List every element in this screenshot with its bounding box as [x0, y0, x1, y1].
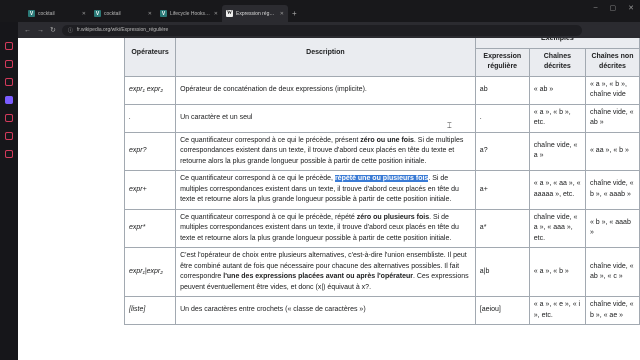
not-described-cell: chaîne vide, « b », « ae »	[584, 296, 640, 325]
reload-icon[interactable]: ↻	[50, 26, 56, 34]
sidebar-app-icon[interactable]	[5, 60, 13, 68]
operator-cell: expr₁ expr₂	[123, 75, 177, 105]
regex-cell: a+	[474, 170, 530, 210]
regex-cell: a?	[474, 131, 530, 171]
browser-tab-active[interactable]: W Expression régulière — Wi ✕	[222, 5, 288, 22]
address-bar: ← → ↻ ⓘ fr.wikipedia.org/wiki/Expression…	[0, 22, 640, 38]
description-cell: Ce quantificateur correspond à ce qui le…	[175, 131, 476, 171]
table-row: expr* Ce quantificateur correspond à ce …	[123, 208, 640, 248]
tab-bar: V cocktail ✕ V cocktail ✕ V Lifecycle Ho…	[0, 0, 640, 22]
close-tab-icon[interactable]: ✕	[148, 11, 152, 17]
not-described-cell: chaîne vide, « ab »	[584, 103, 640, 133]
described-cell: « a », « b », etc.	[528, 103, 586, 133]
description-emphasis: zéro ou plusieurs fois	[356, 213, 430, 221]
close-tab-icon[interactable]: ✕	[82, 11, 86, 17]
close-window-icon[interactable]: ✕	[628, 4, 634, 12]
minimize-icon[interactable]: –	[594, 4, 598, 12]
sidebar-app-icon[interactable]	[5, 42, 13, 50]
tab-title: Lifecycle Hooks | Vue.js	[170, 10, 211, 17]
sidebar-app-icon[interactable]	[5, 78, 13, 86]
regex-cell: ab	[474, 75, 530, 105]
sidebar-app-icon[interactable]	[5, 96, 13, 104]
description-emphasis: l'une des expressions placées avant ou a…	[223, 273, 413, 280]
described-cell: « a », « b »	[528, 247, 586, 297]
browser-tab-3[interactable]: V Lifecycle Hooks | Vue.js ✕	[156, 5, 222, 22]
window-controls: – ▢ ✕	[594, 4, 634, 12]
not-described-cell: « aa », « b »	[584, 131, 640, 171]
regex-cell: a|b	[474, 247, 530, 297]
close-tab-icon[interactable]: ✕	[280, 11, 284, 17]
close-tab-icon[interactable]: ✕	[214, 11, 218, 17]
not-described-cell: chaîne vide, « b », « aaab »	[584, 170, 640, 210]
operator-cell: expr₁|expr₂	[123, 247, 177, 297]
sidebar-app-icon[interactable]	[5, 132, 13, 140]
description-cell: Opérateur de concaténation de deux expre…	[175, 75, 476, 105]
regex-cell: [aeiou]	[474, 296, 530, 325]
table-row: expr+ Ce quantificateur correspond à ce …	[123, 170, 640, 210]
regex-cell: .	[474, 103, 530, 133]
operator-cell: .	[123, 103, 177, 133]
browser-tab-2[interactable]: V cocktail ✕	[90, 5, 156, 22]
not-described-cell: chaîne vide, « ab », « c »	[584, 247, 640, 297]
maximize-icon[interactable]: ▢	[610, 4, 617, 12]
wikipedia-favicon-icon: W	[226, 10, 233, 17]
description-cell: Ce quantificateur correspond à ce qui le…	[175, 208, 476, 248]
operator-cell: expr*	[123, 208, 177, 248]
description-text: Ce quantificateur correspond à ce qui le…	[180, 213, 357, 221]
table-row: expr₁|expr₂ C'est l'opérateur de choix e…	[123, 247, 640, 297]
url-text: fr.wikipedia.org/wiki/Expression_réguliè…	[76, 27, 169, 33]
header-description: Description	[175, 38, 476, 77]
sidebar-app-icon[interactable]	[5, 150, 13, 158]
browser-tab-1[interactable]: V cocktail ✕	[24, 5, 90, 22]
new-tab-icon[interactable]: +	[288, 5, 301, 22]
vue-favicon-icon: V	[94, 10, 101, 17]
table-row: expr₁ expr₂ Opérateur de concaténation d…	[123, 75, 640, 105]
not-described-cell: « a », « b », chaîne vide	[584, 75, 640, 105]
header-examples: Exemples	[474, 38, 640, 49]
described-cell: « ab »	[528, 75, 586, 105]
selected-text-highlight[interactable]: répété une ou plusieurs fois	[334, 175, 429, 182]
table-row: [liste] Un des caractères entre crochets…	[123, 296, 640, 325]
described-cell: « a », « aa », « aaaaa », etc.	[528, 170, 586, 210]
header-operators: Opérateurs	[123, 38, 177, 77]
vue-favicon-icon: V	[160, 10, 167, 17]
operator-cell: [liste]	[123, 296, 177, 325]
description-text: Ce quantificateur correspond à ce qui le…	[180, 136, 361, 144]
description-cell: C'est l'opérateur de choix entre plusieu…	[175, 247, 476, 297]
described-cell: « a », « e », « i », etc.	[528, 296, 586, 325]
description-emphasis: zéro ou une fois	[360, 136, 414, 144]
forward-icon[interactable]: →	[37, 27, 44, 34]
table-row: expr? Ce quantificateur correspond à ce …	[123, 131, 640, 171]
not-described-cell: « b », « aaab »	[584, 208, 640, 248]
described-cell: chaîne vide, « a », « aaa », etc.	[528, 208, 586, 248]
vue-favicon-icon: V	[28, 10, 35, 17]
browser-sidebar	[0, 22, 18, 360]
operator-cell: expr?	[123, 131, 177, 171]
back-icon[interactable]: ←	[24, 27, 31, 34]
header-described: Chaînes décrites	[528, 47, 586, 77]
tab-title: cocktail	[104, 10, 121, 17]
description-text: Ce quantificateur correspond à ce qui le…	[180, 175, 335, 182]
site-info-icon[interactable]: ⓘ	[68, 27, 73, 34]
regex-operators-table: Opérateurs Description Exemples Expressi…	[123, 38, 640, 325]
tab-title: cocktail	[38, 10, 55, 17]
tab-title: Expression régulière — Wi	[236, 10, 277, 17]
url-field[interactable]: ⓘ fr.wikipedia.org/wiki/Expression_régul…	[61, 24, 582, 36]
regex-cell: a*	[474, 208, 530, 248]
page-content: Opérateurs Description Exemples Expressi…	[18, 38, 640, 360]
mouse-cursor-icon: ⌶	[447, 121, 452, 130]
description-cell: Un des caractères entre crochets (« clas…	[175, 296, 476, 325]
described-cell: chaîne vide, « a »	[528, 131, 586, 171]
description-cell: Ce quantificateur correspond à ce qui le…	[175, 170, 476, 210]
sidebar-app-icon[interactable]	[5, 114, 13, 122]
description-cell: Un caractère et un seul	[175, 103, 476, 133]
table-row: . Un caractère et un seul . « a », « b »…	[123, 103, 640, 133]
operator-cell: expr+	[123, 170, 177, 210]
header-regex: Expression régulière	[474, 47, 530, 77]
header-not-described: Chaînes non décrites	[584, 47, 640, 77]
